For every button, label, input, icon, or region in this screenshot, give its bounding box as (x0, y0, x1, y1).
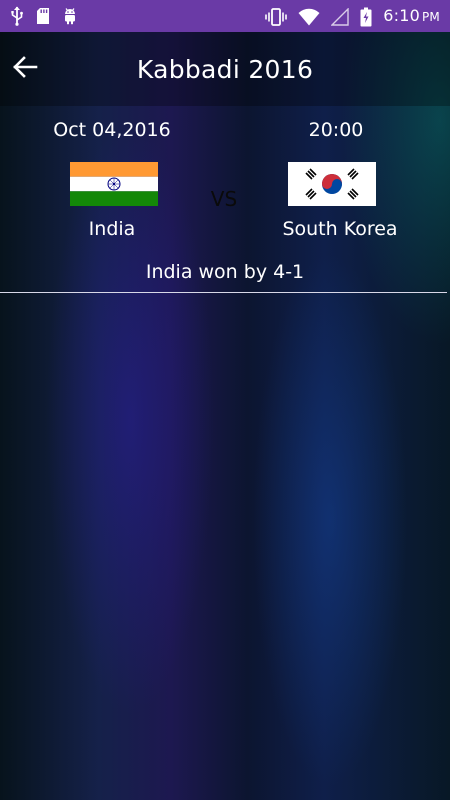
team-name-left: India (88, 218, 136, 240)
india-flag-icon (70, 162, 158, 206)
sd-card-icon (36, 7, 50, 25)
usb-icon (10, 6, 24, 26)
status-left-icons (10, 6, 78, 26)
match-card[interactable]: Oct 04,2016 20:00 VS India South Korea I… (0, 106, 450, 294)
match-time: 20:00 (308, 119, 364, 141)
vs-label: VS (210, 187, 238, 211)
status-time: 6:10 PM (383, 6, 440, 25)
signal-icon (331, 7, 349, 26)
android-debug-icon (62, 7, 78, 25)
vibrate-icon (265, 7, 288, 26)
wifi-icon (298, 8, 320, 26)
battery-charging-icon (360, 7, 372, 27)
status-bar: 6:10 PM (0, 0, 450, 32)
status-right-icons: 6:10 PM (265, 6, 440, 27)
divider (0, 292, 447, 293)
app-bar: Kabbadi 2016 (0, 32, 450, 106)
match-date: Oct 04,2016 (53, 119, 171, 141)
match-result: India won by 4-1 (145, 261, 305, 283)
south-korea-flag-icon (288, 162, 376, 206)
team-name-right: South Korea (282, 218, 398, 240)
page-title: Kabbadi 2016 (136, 55, 314, 84)
